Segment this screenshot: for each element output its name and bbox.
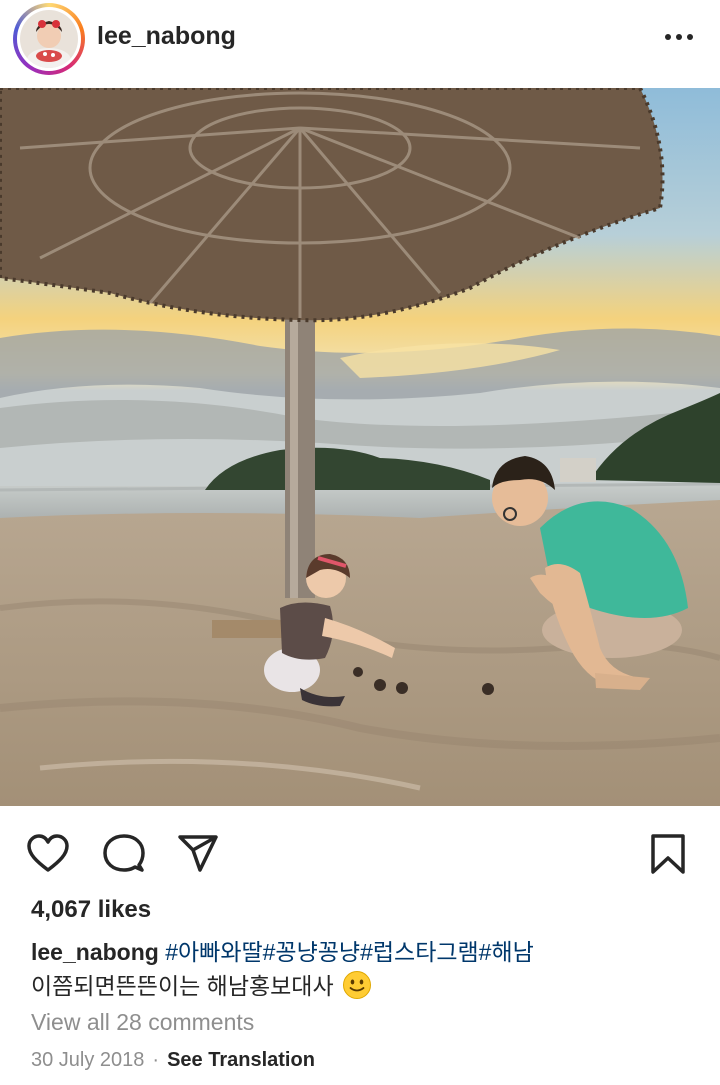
avatar[interactable] xyxy=(17,7,81,71)
paper-plane-icon xyxy=(178,835,218,872)
heart-icon xyxy=(27,834,69,872)
post-username[interactable]: lee_nabong xyxy=(97,22,236,51)
slightly-smiling-face-emoji xyxy=(343,971,372,999)
post-date: 30 July 2018 xyxy=(31,1049,145,1071)
save-button[interactable] xyxy=(646,832,690,876)
view-all-comments-link[interactable]: View all 28 comments xyxy=(31,1009,254,1036)
likes-count[interactable]: 4,067 likes xyxy=(31,896,151,924)
hashtag-link[interactable]: #럽스타그램 xyxy=(360,939,479,965)
caption-username[interactable]: lee_nabong xyxy=(31,939,159,965)
separator-dot: · xyxy=(152,1049,160,1071)
hashtag-link[interactable]: #아빠와딸 xyxy=(165,939,262,965)
hashtag-link[interactable]: #해남 xyxy=(479,939,534,965)
caption-text: 이쯤되면뜬뜬이는 해남홍보대사 xyxy=(31,973,334,999)
more-options-button[interactable] xyxy=(660,22,700,52)
caption-text-line: 이쯤되면뜬뜬이는 해남홍보대사 xyxy=(31,967,372,1001)
bookmark-icon xyxy=(651,834,685,874)
share-button[interactable] xyxy=(176,832,220,876)
story-ring[interactable] xyxy=(13,3,85,75)
caption: lee_nabong #아빠와딸#꽁냥꽁냥#럽스타그램#해남 xyxy=(31,933,534,967)
post-header: lee_nabong xyxy=(0,0,720,88)
comment-bubble-icon xyxy=(103,834,145,872)
more-options-icon xyxy=(665,34,693,40)
hashtag-link[interactable]: #꽁냥꽁냥 xyxy=(263,939,360,965)
post-photo[interactable] xyxy=(0,88,720,806)
comment-button[interactable] xyxy=(102,832,146,876)
post-meta: 30 July 2018 · See Translation xyxy=(31,1049,315,1072)
action-bar xyxy=(0,806,720,896)
see-translation-link[interactable]: See Translation xyxy=(167,1049,315,1071)
like-button[interactable] xyxy=(26,832,70,876)
beach-photo xyxy=(0,88,720,806)
